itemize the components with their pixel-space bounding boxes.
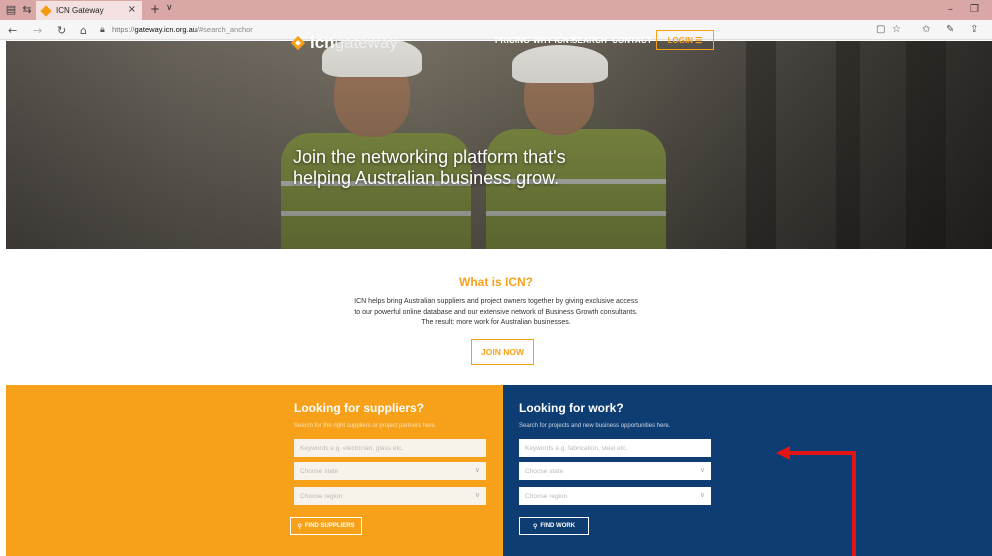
chevron-down-icon: ∨ xyxy=(474,466,480,474)
work-region-select[interactable]: Choose region ∨ xyxy=(519,487,711,505)
annotation-arrow-shaft xyxy=(852,452,856,556)
reading-view-icon[interactable]: ▢ xyxy=(876,24,885,35)
what-is-icn-text: ICN helps bring Australian suppliers and… xyxy=(354,298,638,326)
join-now-button[interactable]: JOIN NOW xyxy=(471,339,534,365)
nav-why-icn[interactable]: WHY ICN? xyxy=(533,36,574,45)
find-work-button[interactable]: ⚲ FIND WORK xyxy=(519,517,589,535)
forward-icon[interactable]: → xyxy=(33,24,42,37)
work-state-select[interactable]: Choose state ∨ xyxy=(519,462,711,480)
suppliers-subtitle: Search for the right suppliers or projec… xyxy=(294,423,437,429)
suppliers-region-select[interactable]: Choose region ∨ xyxy=(294,487,486,505)
what-is-icn-heading: What is ICN? xyxy=(459,275,533,289)
work-heading: Looking for work? xyxy=(519,401,624,415)
url-field[interactable]: https://gateway.icn.org.au/#search_ancho… xyxy=(112,25,253,34)
annotation-arrow-head-icon xyxy=(776,446,790,460)
suppliers-keywords-input[interactable]: Keywords e.g. electrician, glass etc. xyxy=(294,439,486,457)
tab-dropdown-icon[interactable]: ∨ xyxy=(166,3,173,13)
browser-titlebar: ▤ ⇆ ICN Gateway × + ∨ – ❐ xyxy=(0,0,992,20)
tab-actions-icon[interactable]: ▤ xyxy=(4,3,18,17)
home-icon[interactable]: ⌂ xyxy=(80,24,87,37)
icn-logo-icon xyxy=(290,35,306,51)
lock-icon[interactable]: 🔒︎ xyxy=(100,25,105,35)
restore-button[interactable]: ❐ xyxy=(970,4,979,15)
suppliers-heading: Looking for suppliers? xyxy=(294,401,425,415)
work-panel: Looking for work? Search for projects an… xyxy=(503,385,992,556)
tab-title: ICN Gateway xyxy=(56,6,104,15)
hero-banner xyxy=(6,41,992,249)
back-icon[interactable]: ← xyxy=(8,24,17,37)
refresh-icon[interactable]: ↻ xyxy=(57,24,66,37)
browser-tab-icn-gateway[interactable]: ICN Gateway × xyxy=(36,1,142,20)
search-icon: ⚲ xyxy=(297,523,302,530)
suppliers-panel: Looking for suppliers? Search for the ri… xyxy=(6,385,503,556)
url-path: /#search_anchor xyxy=(196,25,253,34)
login-button[interactable]: LOGIN ☰ xyxy=(656,30,714,50)
nav-search[interactable]: SEARCH xyxy=(572,36,607,45)
share-icon[interactable]: ⇪ xyxy=(970,24,978,35)
favorite-star-icon[interactable]: ☆ xyxy=(892,24,901,35)
set-aside-tabs-icon[interactable]: ⇆ xyxy=(20,3,34,17)
tab-close-icon[interactable]: × xyxy=(128,4,136,15)
chevron-down-icon: ∨ xyxy=(474,491,480,499)
work-keywords-input[interactable]: Keywords e.g. fabrication, steel etc. xyxy=(519,439,711,457)
new-tab-button[interactable]: + xyxy=(150,2,160,16)
hero-headline: Join the networking platform that's help… xyxy=(293,147,566,188)
suppliers-state-select[interactable]: Choose state ∨ xyxy=(294,462,486,480)
chevron-down-icon: ∨ xyxy=(699,491,705,499)
url-host: gateway.icn.org.au xyxy=(134,25,197,34)
search-icon: ⚲ xyxy=(532,523,538,530)
icn-favicon-icon xyxy=(41,6,51,16)
annotation-arrow-arm xyxy=(789,451,856,455)
web-note-icon[interactable]: ✎ xyxy=(946,24,954,35)
find-suppliers-button[interactable]: ⚲ FIND SUPPLIERS xyxy=(290,517,362,535)
nav-pricing[interactable]: PRICING xyxy=(495,36,530,45)
icn-gateway-logo[interactable]: icn gateway xyxy=(290,33,398,53)
favorites-hub-icon[interactable]: ✩ xyxy=(922,24,930,35)
minimize-button[interactable]: – xyxy=(948,4,953,15)
chevron-down-icon: ∨ xyxy=(699,466,705,474)
nav-contact[interactable]: CONTACT xyxy=(612,36,652,45)
work-subtitle: Search for projects and new business opp… xyxy=(519,423,671,429)
